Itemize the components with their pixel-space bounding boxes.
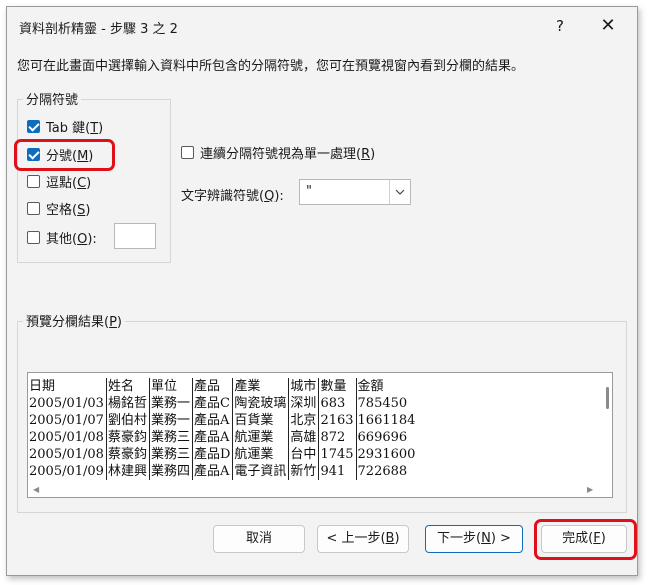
- horizontal-scrollbar[interactable]: ◀ ▶: [27, 482, 597, 496]
- preview-cell: 蔡豪鈞: [106, 446, 150, 463]
- comma-checkbox-row[interactable]: 逗點(C): [27, 171, 91, 191]
- preview-cell: 785450: [357, 396, 408, 411]
- back-button[interactable]: < 上一步(B): [317, 525, 409, 553]
- preview-row: 2005/01/09 林建興 業務四 產品A 電子資訊 新竹 941 722688: [28, 463, 417, 480]
- text-qualifier-value: ": [306, 184, 312, 199]
- preview-cell: 941: [318, 463, 357, 480]
- preview-row: 2005/01/08 蔡豪鈞 業務三 產品A 航運業 高雄 872 669696: [28, 429, 417, 446]
- other-checkbox-label: 其他(O):: [46, 231, 97, 247]
- preview-cell: 2931600: [357, 447, 416, 462]
- semicolon-highlight-frame: [14, 139, 115, 171]
- preview-cell: 2005/01/07: [28, 412, 107, 429]
- consecutive-checkbox-label: 連續分隔符號視為單一處理(R): [200, 146, 376, 162]
- preview-cell: 數量: [318, 378, 357, 395]
- preview-cell: 業務四: [149, 463, 193, 480]
- window-title: 資料剖析精靈 - 步驟 3 之 2: [19, 22, 178, 37]
- preview-cell: 669696: [357, 430, 408, 445]
- preview-cell: 業務三: [149, 446, 193, 463]
- preview-cell: 2005/01/09: [28, 463, 107, 480]
- preview-cell: 業務三: [149, 429, 193, 446]
- preview-cell: 蔡豪鈞: [106, 429, 150, 446]
- preview-cell: 722688: [357, 464, 408, 479]
- preview-cell: 航運業: [232, 429, 290, 446]
- preview-cell: 1745: [318, 446, 357, 463]
- preview-cell: 楊銘哲: [106, 395, 150, 412]
- other-checkbox[interactable]: [27, 230, 40, 244]
- preview-header-row: 日期 姓名 單位 產品 產業 城市 數量 金額: [28, 378, 417, 395]
- preview-cell: 2005/01/03: [28, 395, 107, 412]
- preview-cell: 產品C: [192, 395, 234, 412]
- preview-cell: 683: [318, 395, 357, 412]
- preview-cell: 產品A: [192, 463, 234, 480]
- preview-cell: 日期: [28, 378, 107, 395]
- preview-cell: 百貨業: [232, 412, 290, 429]
- chevron-down-icon[interactable]: [389, 180, 410, 204]
- close-button[interactable]: ✕: [593, 13, 623, 39]
- preview-row: 2005/01/03 楊銘哲 業務一 產品C 陶瓷玻璃 深圳 683 785450: [28, 395, 417, 412]
- preview-cell: 產品A: [192, 429, 234, 446]
- preview-cell: 單位: [149, 378, 193, 395]
- preview-cell: 2005/01/08: [28, 429, 107, 446]
- preview-cell: 業務一: [149, 395, 193, 412]
- space-checkbox-label: 空格(S): [46, 202, 91, 218]
- text-qualifier-dropdown[interactable]: ": [299, 179, 411, 205]
- delimiters-group-title: 分隔符號: [23, 89, 82, 108]
- preview-cell: 產業: [232, 378, 290, 395]
- text-qualifier-label: 文字辨識符號(Q):: [181, 189, 284, 204]
- vertical-scrollbar-thumb[interactable]: [606, 387, 609, 409]
- preview-cell: 深圳: [288, 395, 320, 412]
- consecutive-checkbox[interactable]: [181, 145, 194, 159]
- preview-cell: 高雄: [288, 429, 320, 446]
- preview-cell: 陶瓷玻璃: [232, 395, 290, 412]
- preview-cell: 2005/01/08: [28, 446, 107, 463]
- preview-row: 2005/01/08 蔡豪鈞 業務三 產品D 航運業 台中 1745 2931600: [28, 446, 417, 463]
- cancel-button[interactable]: 取消: [213, 525, 305, 553]
- scroll-right-arrow-icon[interactable]: ▶: [587, 485, 593, 494]
- preview-cell: 業務一: [149, 412, 193, 429]
- preview-cell: 產品D: [192, 446, 234, 463]
- comma-checkbox-label: 逗點(C): [46, 175, 92, 191]
- preview-cell: 產品: [192, 378, 234, 395]
- preview-cell: 1661184: [357, 413, 416, 428]
- preview-cell: 劉伯村: [106, 412, 150, 429]
- preview-row: 2005/01/07 劉伯村 業務一 產品A 百貨業 北京 2163 1661184: [28, 412, 417, 429]
- preview-cell: 2163: [318, 412, 357, 429]
- preview-cell: 航運業: [232, 446, 290, 463]
- data-preview-table: 日期 姓名 單位 產品 產業 城市 數量 金額 2005/01/03 楊銘哲 業務一 產品C 陶瓷玻璃深…: [28, 378, 417, 480]
- consecutive-checkbox-row[interactable]: 連續分隔符號視為單一處理(R): [181, 142, 375, 162]
- space-checkbox-row[interactable]: 空格(S): [27, 198, 90, 218]
- preview-cell: 產品A: [192, 412, 234, 429]
- instruction-text: 您可在此畫面中選擇輸入資料中所包含的分隔符號，您可在預覽視窗內看到分欄的結果。: [17, 59, 525, 74]
- preview-cell: 姓名: [106, 378, 150, 395]
- preview-cell: 新竹: [288, 463, 320, 480]
- preview-group-title: 預覽分欄結果(P): [23, 311, 125, 330]
- preview-cell: 城市: [288, 378, 320, 395]
- preview-cell: 872: [318, 429, 357, 446]
- preview-cell: 林建興: [106, 463, 150, 480]
- preview-cell: 台中: [288, 446, 320, 463]
- preview-cell: 北京: [288, 412, 320, 429]
- preview-cell: 金額: [357, 379, 384, 394]
- title-bar: 資料剖析精靈 - 步驟 3 之 2 ? ✕: [7, 7, 637, 45]
- comma-checkbox[interactable]: [27, 174, 40, 188]
- tab-checkbox[interactable]: [27, 119, 40, 133]
- preview-cell: 電子資訊: [232, 463, 290, 480]
- scroll-left-arrow-icon[interactable]: ◀: [33, 485, 39, 494]
- other-delimiter-input[interactable]: [114, 223, 156, 249]
- tab-checkbox-label: Tab 鍵(T): [46, 120, 104, 136]
- space-checkbox[interactable]: [27, 201, 40, 215]
- next-button[interactable]: 下一步(N) >: [425, 525, 523, 553]
- help-button[interactable]: ?: [545, 13, 575, 39]
- text-import-wizard-dialog: 資料剖析精靈 - 步驟 3 之 2 ? ✕ 您可在此畫面中選擇輸入資料中所包含的…: [6, 6, 638, 576]
- other-checkbox-row[interactable]: 其他(O):: [27, 227, 97, 247]
- finish-highlight-frame: [534, 519, 637, 560]
- data-preview-pane[interactable]: 日期 姓名 單位 產品 產業 城市 數量 金額 2005/01/03 楊銘哲 業務一 產品C 陶瓷玻璃深…: [27, 372, 613, 498]
- tab-checkbox-row[interactable]: Tab 鍵(T): [27, 116, 103, 136]
